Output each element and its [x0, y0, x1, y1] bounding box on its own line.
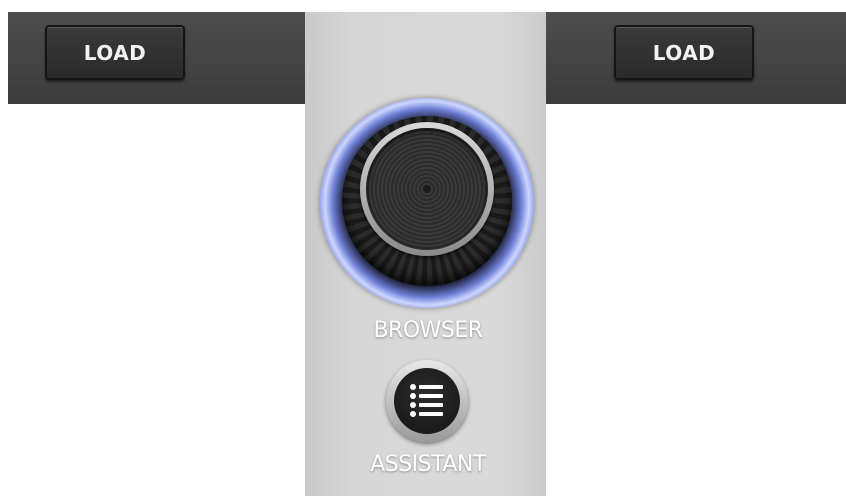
assistant-button-face	[394, 368, 460, 434]
assistant-label: ASSISTANT	[370, 452, 486, 477]
browser-label: BROWSER	[373, 318, 483, 343]
load-button-left[interactable]: LOAD	[45, 25, 185, 80]
assistant-button[interactable]	[386, 360, 468, 442]
list-icon	[410, 384, 443, 417]
controller-panel: LOAD LOAD BROWSER ASSISTANT	[0, 0, 846, 496]
browser-knob-center	[423, 185, 431, 193]
browser-knob[interactable]	[320, 98, 534, 308]
load-button-right[interactable]: LOAD	[614, 25, 754, 80]
